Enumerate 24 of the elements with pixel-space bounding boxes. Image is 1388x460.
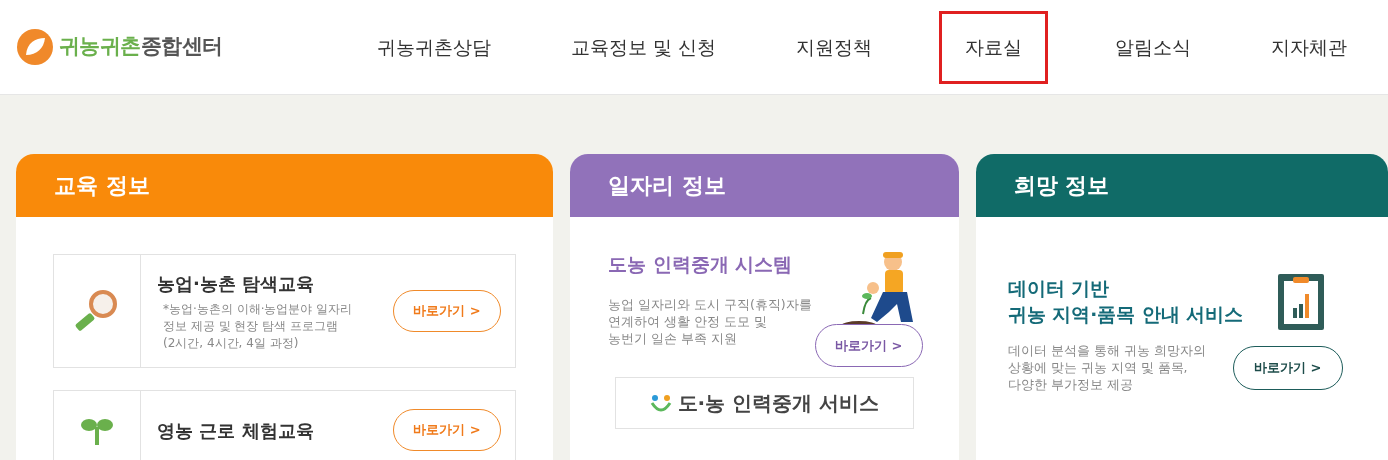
banner-text: 도·농 인력중개 서비스 <box>677 390 880 417</box>
card-title: 일자리 정보 <box>607 172 726 200</box>
course-title: 영농 근로 체험교육 <box>157 418 315 443</box>
nav-link[interactable]: 알림소식 <box>1089 10 1218 84</box>
service-heading: 데이터 기반 귀농 지역·품목 안내 서비스 <box>1007 277 1245 327</box>
smile-logo-icon <box>649 393 672 413</box>
service-banner[interactable]: 도·농 인력중개 서비스 <box>614 377 914 429</box>
go-button[interactable]: 바로가기 > <box>814 324 923 367</box>
course-description: *농업·농촌의 이해·농업분야 일자리 정보 제공 및 현장 탐색 프로그램 (2시간, 4시간, 4일 과정) <box>162 301 354 352</box>
site-logo-text[interactable]: 귀농귀촌종합센터 <box>59 31 223 63</box>
clipboard-chart-icon <box>1277 274 1324 330</box>
course-title: 농업·농촌 탐색교육 <box>157 272 316 296</box>
card-title: 희망 정보 <box>1013 172 1110 200</box>
service-description: 데이터 분석을 통해 귀농 희망자의 상황에 맞는 귀농 지역 및 품목, 다양한 부가정보 제공 <box>1007 342 1207 393</box>
service-heading: 도농 인력중개 시스템 <box>607 252 794 277</box>
nav-link[interactable]: 교육정보 및 신청 <box>545 10 743 84</box>
nav-link[interactable]: 자료실 <box>939 10 1049 84</box>
service-description: 농업 일자리와 도시 구직(휴직)자를 연계하여 생활 안정 도모 및 농번기 일손 부족 지원 <box>607 295 813 347</box>
card-title: 교육 정보 <box>54 172 150 200</box>
nav-link[interactable]: 귀농귀촌상담 <box>351 10 517 84</box>
leaf-logo-icon <box>17 29 53 65</box>
nav-link[interactable]: 지원정책 <box>770 10 899 84</box>
go-button[interactable]: 바로가기 > <box>1232 345 1343 390</box>
nav-link[interactable]: 지자체관 <box>1245 10 1374 84</box>
